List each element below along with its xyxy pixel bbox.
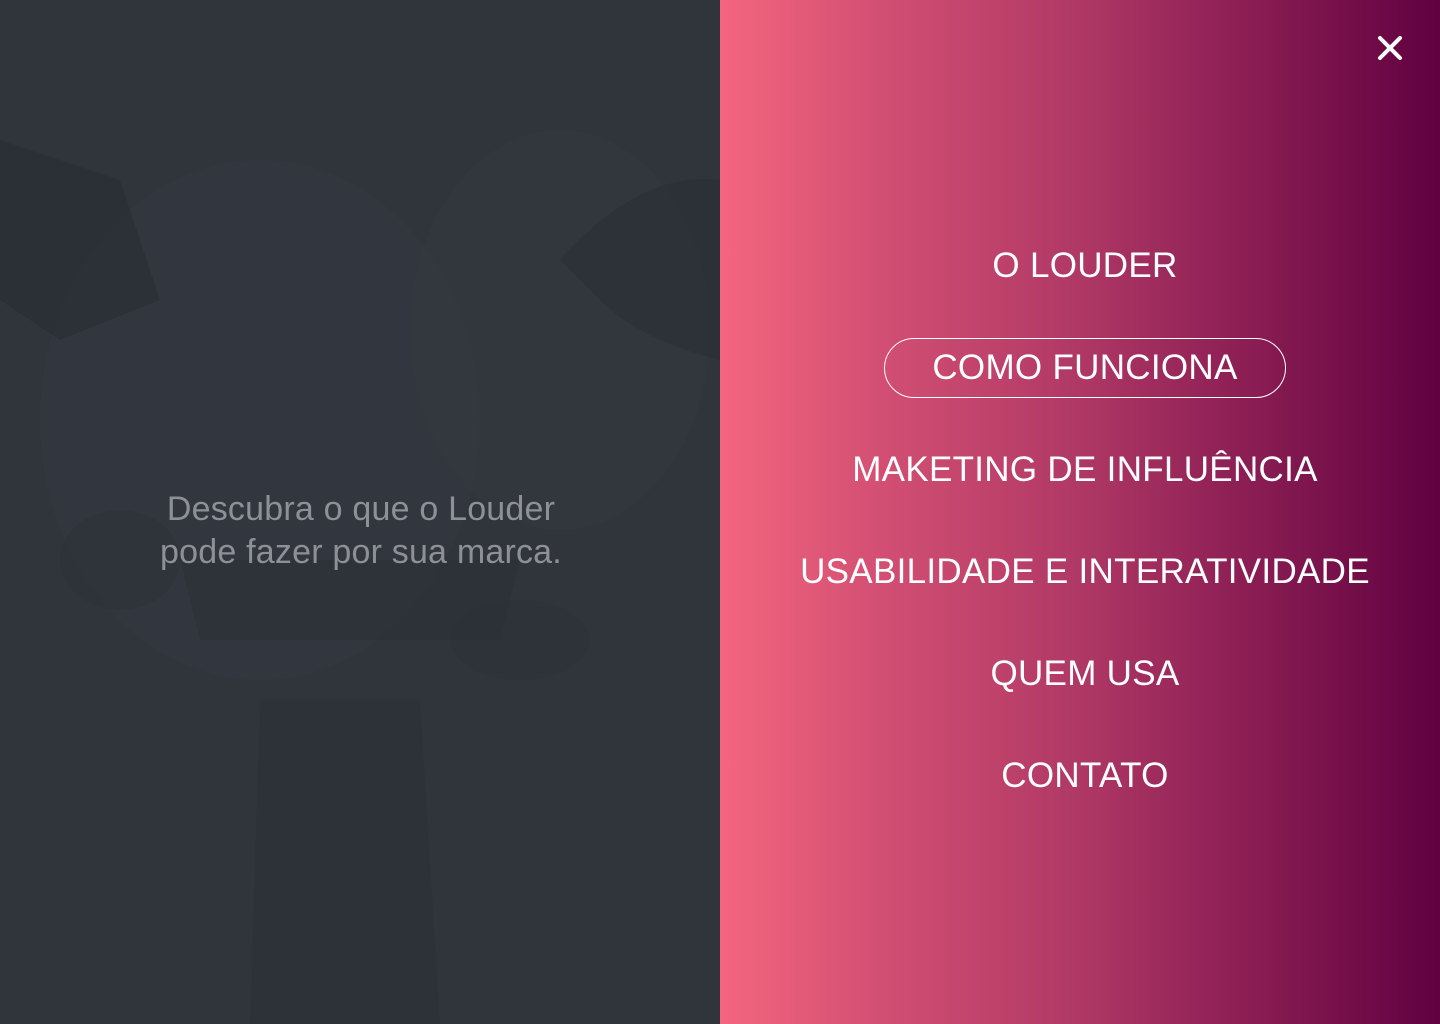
nav-item-marketing-de-influencia: MAKETING DE INFLUÊNCIA (720, 440, 1440, 542)
nav-link-o-louder[interactable]: O LOUDER (944, 236, 1225, 296)
nav-link-marketing-de-influencia[interactable]: MAKETING DE INFLUÊNCIA (804, 440, 1366, 500)
hero-tagline-line-1: Descubra o que o Louder (166, 490, 556, 528)
hero-tagline-line-2: pode fazer por sua marca. (160, 533, 562, 571)
menu-overlay-page: Descubra o que o Louder pode fazer por s… (0, 0, 1440, 1024)
nav-link-contato[interactable]: CONTATO (953, 746, 1216, 806)
nav-link-como-funciona[interactable]: COMO FUNCIONA (884, 338, 1286, 398)
nav-item-quem-usa: QUEM USA (720, 644, 1440, 746)
nav-item-o-louder: O LOUDER (720, 236, 1440, 338)
close-icon (1378, 36, 1402, 60)
close-menu-button[interactable] (1376, 34, 1404, 62)
main-navigation-menu: O LOUDER COMO FUNCIONA MAKETING DE INFLU… (720, 236, 1440, 848)
navigation-panel: O LOUDER COMO FUNCIONA MAKETING DE INFLU… (720, 0, 1440, 1024)
nav-link-quem-usa[interactable]: QUEM USA (942, 644, 1227, 704)
nav-item-contato: CONTATO (720, 746, 1440, 848)
hero-tagline: Descubra o que o Louder pode fazer por s… (0, 488, 720, 574)
nav-item-usabilidade: USABILIDADE E INTERATIVIDADE (720, 542, 1440, 644)
hero-photo-panel: Descubra o que o Louder pode fazer por s… (0, 0, 720, 1024)
nav-item-como-funciona: COMO FUNCIONA (720, 338, 1440, 440)
nav-link-usabilidade[interactable]: USABILIDADE E INTERATIVIDADE (752, 542, 1418, 602)
